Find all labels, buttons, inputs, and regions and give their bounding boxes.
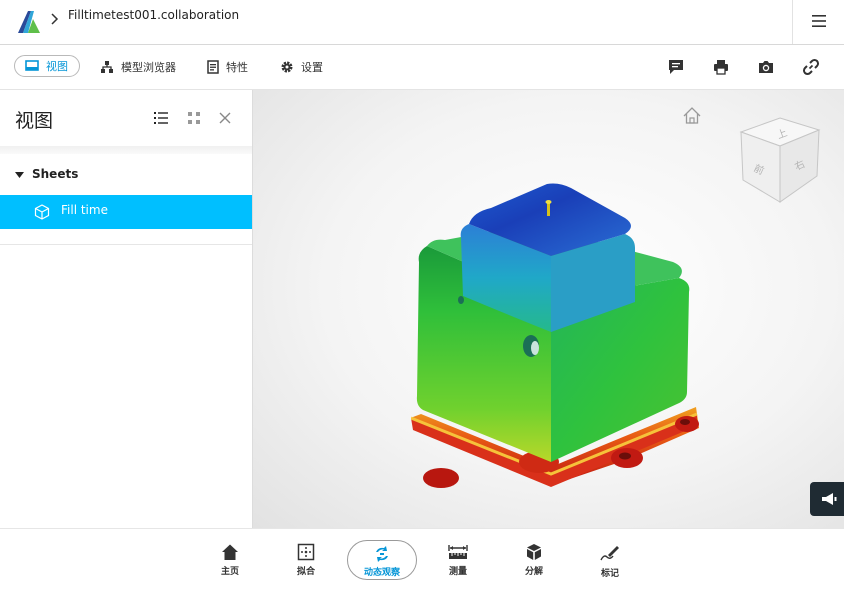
tree-item-label: Fill time bbox=[61, 203, 108, 217]
home-label: 主页 bbox=[220, 567, 239, 577]
home-icon bbox=[222, 544, 238, 560]
link-icon[interactable] bbox=[802, 58, 820, 76]
markup-button[interactable]: 标记 bbox=[582, 543, 638, 583]
tab-view[interactable]: 视图 bbox=[14, 55, 80, 77]
explode-button[interactable]: 分解 bbox=[506, 543, 562, 583]
camera-icon[interactable] bbox=[757, 58, 775, 76]
tab-model-browser-label: 模型浏览器 bbox=[121, 61, 176, 74]
top-bar: Filltimetest001.collaboration bbox=[0, 0, 844, 45]
panel-title: 视图 bbox=[15, 110, 54, 132]
tab-model-browser[interactable]: 模型浏览器 bbox=[100, 57, 176, 77]
markup-label: 标记 bbox=[600, 569, 619, 579]
tab-settings-label: 设置 bbox=[301, 61, 323, 74]
viewcube[interactable]: 上 前 右 bbox=[737, 114, 823, 206]
properties-icon bbox=[207, 60, 219, 74]
explode-icon bbox=[527, 544, 541, 560]
tab-properties-label: 特性 bbox=[226, 61, 248, 74]
main-toolbar: 视图 模型浏览器 特性 设置 bbox=[0, 45, 844, 90]
list-view-icon[interactable] bbox=[153, 110, 169, 126]
tab-view-label: 视图 bbox=[46, 60, 68, 73]
tree-group-sheets[interactable]: Sheets bbox=[0, 164, 252, 186]
close-icon[interactable] bbox=[217, 110, 233, 126]
measure-icon bbox=[448, 545, 468, 559]
fit-label: 拟合 bbox=[296, 567, 315, 577]
tab-properties[interactable]: 特性 bbox=[207, 57, 248, 77]
3d-viewport[interactable]: 上 前 右 bbox=[253, 90, 844, 528]
explode-label: 分解 bbox=[524, 567, 543, 577]
view-icon bbox=[25, 60, 39, 71]
grid-view-icon[interactable] bbox=[186, 110, 202, 126]
tree-group-label: Sheets bbox=[32, 167, 79, 181]
tab-settings[interactable]: 设置 bbox=[280, 57, 323, 77]
document-title: Filltimetest001.collaboration bbox=[68, 8, 240, 22]
navigation-toolbar: 主页 拟合 动态观察 测量 分解 标记 bbox=[0, 528, 844, 590]
home-view-icon[interactable] bbox=[681, 105, 703, 127]
hamburger-menu-icon[interactable] bbox=[810, 12, 828, 30]
orbit-label: 动态观察 bbox=[363, 568, 400, 578]
panel-divider bbox=[0, 244, 252, 245]
fit-button[interactable]: 拟合 bbox=[278, 543, 334, 583]
gear-icon bbox=[281, 61, 293, 73]
orbit-button[interactable]: 动态观察 bbox=[347, 540, 417, 580]
autodesk-logo-icon[interactable] bbox=[16, 9, 42, 35]
breadcrumb-chevron-icon bbox=[51, 13, 59, 25]
print-icon[interactable] bbox=[712, 58, 730, 76]
views-panel: 视图 Sheets Fill time bbox=[0, 90, 253, 528]
menu-divider bbox=[792, 0, 793, 44]
notification-button[interactable] bbox=[810, 482, 844, 516]
markup-icon bbox=[600, 546, 619, 561]
megaphone-icon bbox=[822, 493, 837, 505]
comment-icon[interactable] bbox=[667, 58, 685, 76]
fit-icon bbox=[297, 543, 315, 561]
measure-label: 测量 bbox=[448, 567, 467, 577]
panel-separator bbox=[0, 146, 252, 154]
orbit-icon bbox=[376, 546, 388, 562]
model-browser-icon bbox=[101, 61, 113, 73]
cube-icon bbox=[34, 204, 50, 220]
measure-button[interactable]: 测量 bbox=[430, 543, 486, 583]
caret-down-icon[interactable] bbox=[15, 172, 24, 179]
home-button[interactable]: 主页 bbox=[202, 543, 258, 583]
fill-time-model[interactable] bbox=[411, 182, 701, 502]
tree-item-fill-time[interactable]: Fill time bbox=[0, 195, 252, 229]
